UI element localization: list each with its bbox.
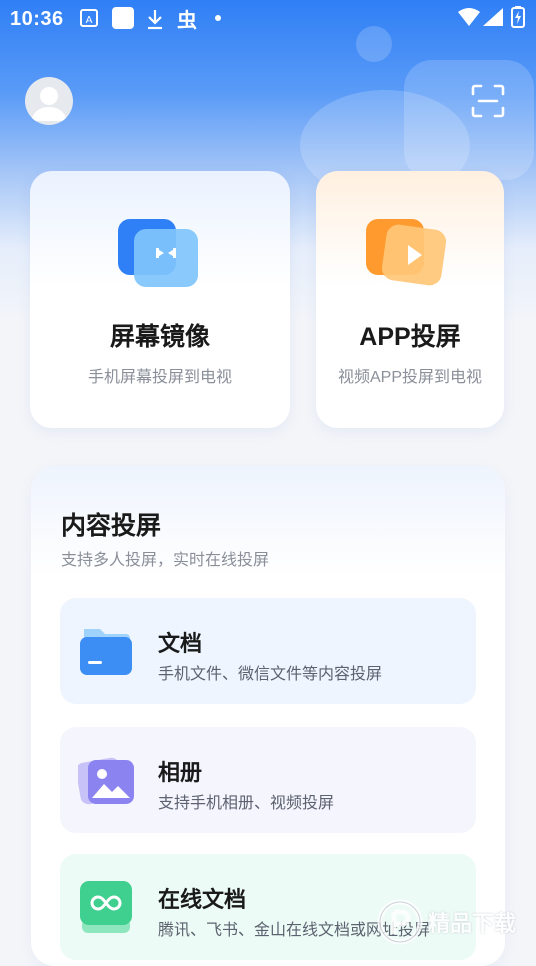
video-play-icon [366,219,447,286]
user-icon [31,87,67,121]
wifi-icon [458,8,480,26]
dot-icon [215,15,221,21]
app-card-subtitle: 视频APP投屏到电视 [337,369,483,386]
user-avatar[interactable] [25,77,73,125]
watermark-icon [377,899,423,945]
watermark-text: 精品下载 [428,911,517,936]
mirror-card-subtitle: 手机屏幕投屏到电视 [87,369,232,386]
watermark-logo: 精品下载 [376,898,536,948]
content-cast-section: 内容投屏 支持多人投屏，实时在线投屏 文档 手机文件、微信文件等内容投屏 相册 … [31,466,505,966]
album-title: 相册 [158,760,203,785]
content-section-title: 内容投屏 [61,512,162,540]
translate-icon: A [80,9,98,27]
online-doc-title: 在线文档 [158,887,247,912]
document-desc: 手机文件、微信文件等内容投屏 [158,666,383,683]
list-item-document[interactable]: 文档 手机文件、微信文件等内容投屏 [60,598,476,704]
square-icon [112,7,134,29]
folder-icon [80,629,132,675]
scan-icon[interactable] [470,83,506,119]
mirror-icon [118,219,198,287]
svg-text:虫: 虫 [177,8,197,30]
link-icon [80,881,132,933]
cloud-decoration-side [404,60,534,180]
screen-mirror-card[interactable]: 屏幕镜像 手机屏幕投屏到电视 [30,171,290,428]
album-desc: 支持手机相册、视频投屏 [158,795,335,812]
status-time: 10:36 [10,8,64,30]
battery-icon [511,6,525,28]
document-title: 文档 [158,631,203,656]
content-section-subtitle: 支持多人投屏，实时在线投屏 [61,552,270,569]
svg-text:A: A [86,15,93,26]
bug-icon: 虫 [177,8,197,30]
photo-album-icon [78,757,134,805]
app-card-title: APP投屏 [359,323,461,351]
download-icon [148,10,162,30]
app-cast-card[interactable]: APP投屏 视频APP投屏到电视 [316,171,504,428]
list-item-album[interactable]: 相册 支持手机相册、视频投屏 [60,727,476,833]
status-bar: 10:36 A 虫 [0,0,536,40]
signal-icon [483,8,503,26]
mirror-card-title: 屏幕镜像 [109,323,210,351]
